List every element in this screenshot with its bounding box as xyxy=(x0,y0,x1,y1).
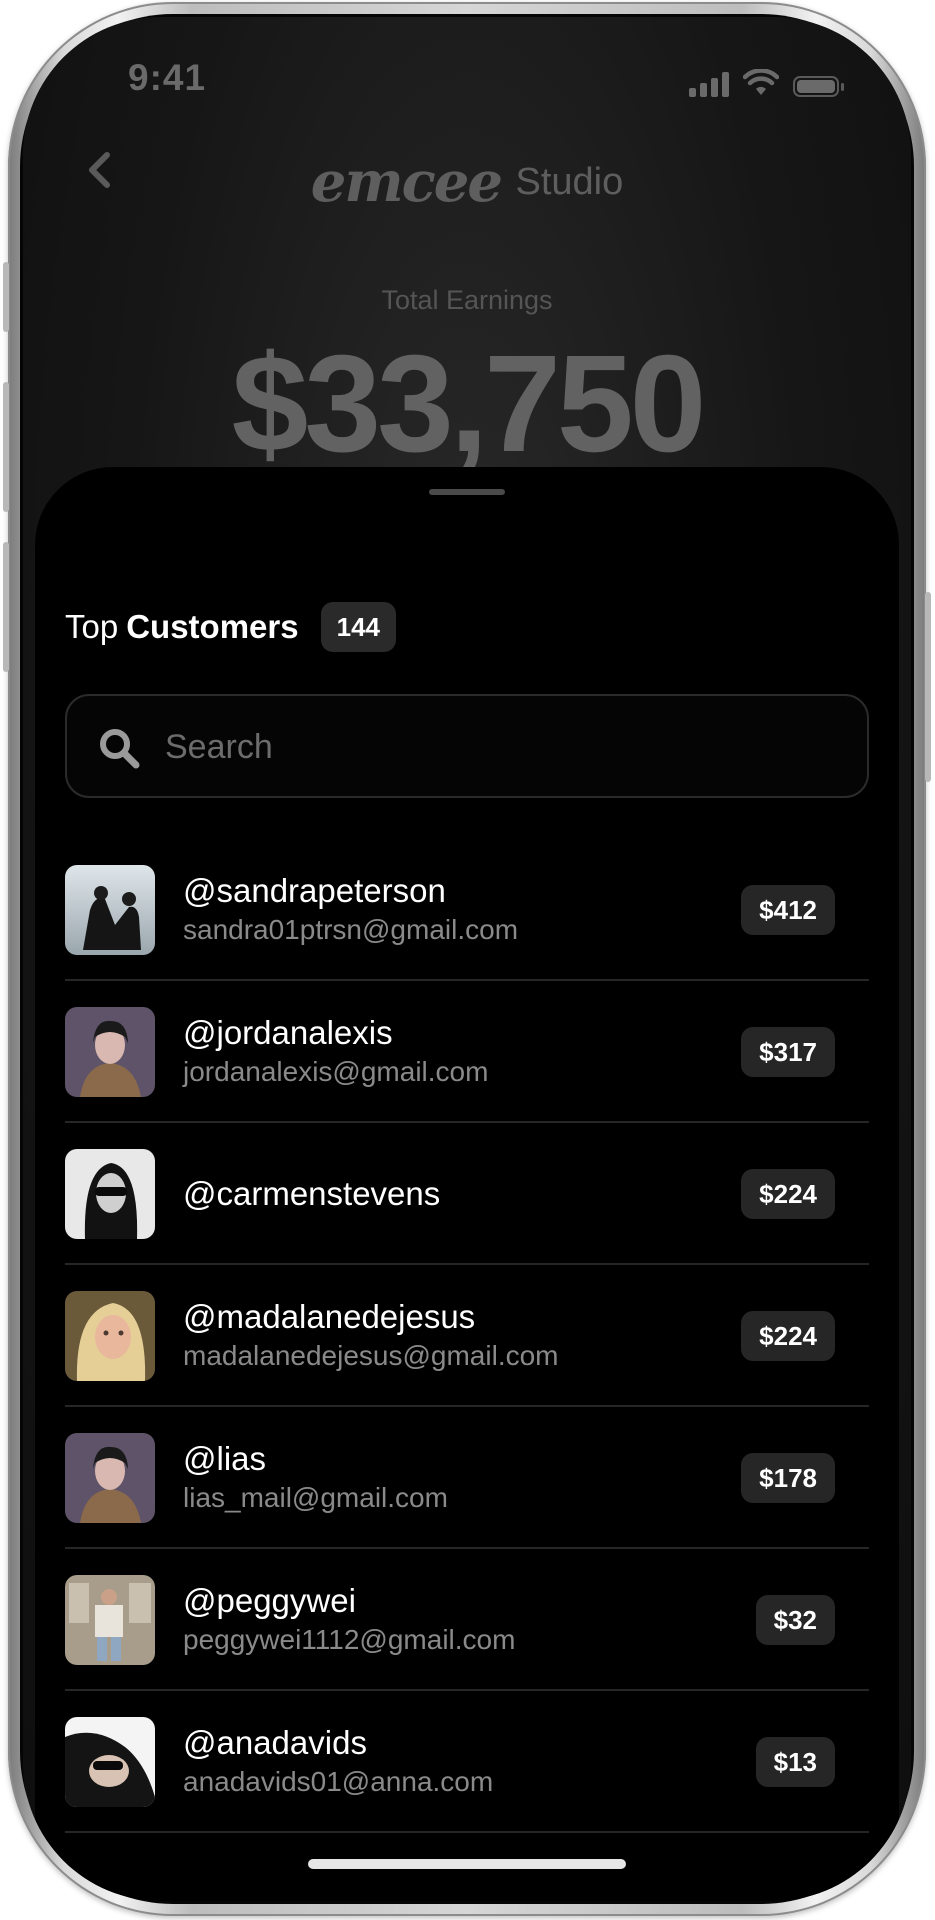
home-indicator[interactable] xyxy=(308,1859,626,1869)
customer-email: madalanedejesus@gmail.com xyxy=(183,1339,559,1371)
status-icons xyxy=(689,69,844,97)
list-item[interactable]: @madalanedejesus madalanedejesus@gmail.c… xyxy=(65,1265,869,1407)
sheet-title: Top Customers 144 xyxy=(65,602,396,652)
customer-amount-badge: $224 xyxy=(741,1169,835,1219)
screen: 9:41 emcee Studio Total Earnings $33,750… xyxy=(23,17,911,1901)
earnings-label: Total Earnings xyxy=(381,285,553,315)
volume-down-button xyxy=(3,542,9,672)
logo-suffix: Studio xyxy=(515,160,624,203)
customer-handle: @jordanalexis xyxy=(183,1013,393,1051)
list-item[interactable]: @anadavids anadavids01@anna.com $13 xyxy=(65,1691,869,1833)
customer-amount-badge: $224 xyxy=(741,1311,835,1361)
battery-icon xyxy=(793,76,844,97)
sheet-grabber[interactable] xyxy=(429,489,505,495)
search-bar[interactable] xyxy=(65,694,869,798)
customer-amount-badge: $412 xyxy=(741,885,835,935)
phone-frame: 9:41 emcee Studio Total Earnings $33,750… xyxy=(3,2,931,1916)
customer-info: @madalanedejesus madalanedejesus@gmail.c… xyxy=(183,1265,559,1405)
status-time: 9:41 xyxy=(128,57,207,98)
customer-info: @lias lias_mail@gmail.com xyxy=(183,1407,448,1547)
wifi-icon xyxy=(743,69,779,95)
customer-handle: @anadavids xyxy=(183,1723,367,1761)
customer-info: @anadavids anadavids01@anna.com xyxy=(183,1691,493,1831)
customer-amount-badge: $32 xyxy=(755,1595,835,1645)
list-item[interactable]: @sandrapeterson sandra01ptrsn@gmail.com … xyxy=(65,839,869,981)
avatar xyxy=(65,1291,155,1381)
list-item[interactable]: @carmenstevens $224 xyxy=(65,1123,869,1265)
search-input[interactable] xyxy=(163,696,847,798)
list-item[interactable]: @jordanalexis jordanalexis@gmail.com $31… xyxy=(65,981,869,1123)
search-icon xyxy=(100,729,140,769)
title-main: Customers xyxy=(126,608,299,645)
earnings-amount: $33,750 xyxy=(231,327,707,481)
customer-email: anadavids01@anna.com xyxy=(183,1765,494,1797)
customer-info: @jordanalexis jordanalexis@gmail.com xyxy=(183,981,488,1121)
customer-email: jordanalexis@gmail.com xyxy=(183,1055,489,1087)
avatar xyxy=(65,1007,155,1097)
customer-amount-badge: $13 xyxy=(755,1737,835,1787)
customer-email: lias_mail@gmail.com xyxy=(183,1481,448,1513)
customer-amount-badge: $317 xyxy=(741,1027,835,1077)
avatar xyxy=(65,1575,155,1665)
customer-info: @peggywei peggywei1112@gmail.com xyxy=(183,1549,515,1689)
customer-email: peggywei1112@gmail.com xyxy=(183,1623,516,1655)
customer-handle: @sandrapeterson xyxy=(183,871,446,909)
customers-sheet: Top Customers 144 @sandrapeterson xyxy=(35,467,899,1901)
customer-count-badge: 144 xyxy=(320,602,396,652)
list-item[interactable]: @peggywei peggywei1112@gmail.com $32 xyxy=(65,1549,869,1691)
power-button xyxy=(925,592,931,782)
action-button xyxy=(3,262,9,332)
avatar xyxy=(65,865,155,955)
avatar xyxy=(65,1717,155,1807)
app-logo: emcee Studio xyxy=(23,149,911,215)
customer-info: @carmenstevens xyxy=(183,1123,440,1263)
customer-handle: @lias xyxy=(183,1439,267,1477)
customer-list: @sandrapeterson sandra01ptrsn@gmail.com … xyxy=(65,839,869,1833)
title-prefix: Top xyxy=(65,608,119,645)
avatar xyxy=(65,1433,155,1523)
customer-handle: @carmenstevens xyxy=(183,1174,441,1212)
avatar xyxy=(65,1149,155,1239)
logo-wordmark: emcee xyxy=(310,149,503,215)
customer-handle: @madalanedejesus xyxy=(183,1297,476,1335)
list-item[interactable]: @lias lias_mail@gmail.com $178 xyxy=(65,1407,869,1549)
customer-handle: @peggywei xyxy=(183,1581,356,1619)
cellular-signal-icon xyxy=(689,72,729,97)
customer-info: @sandrapeterson sandra01ptrsn@gmail.com xyxy=(183,839,518,979)
customer-amount-badge: $178 xyxy=(741,1453,835,1503)
volume-up-button xyxy=(3,382,9,512)
customer-email: sandra01ptrsn@gmail.com xyxy=(183,913,519,945)
